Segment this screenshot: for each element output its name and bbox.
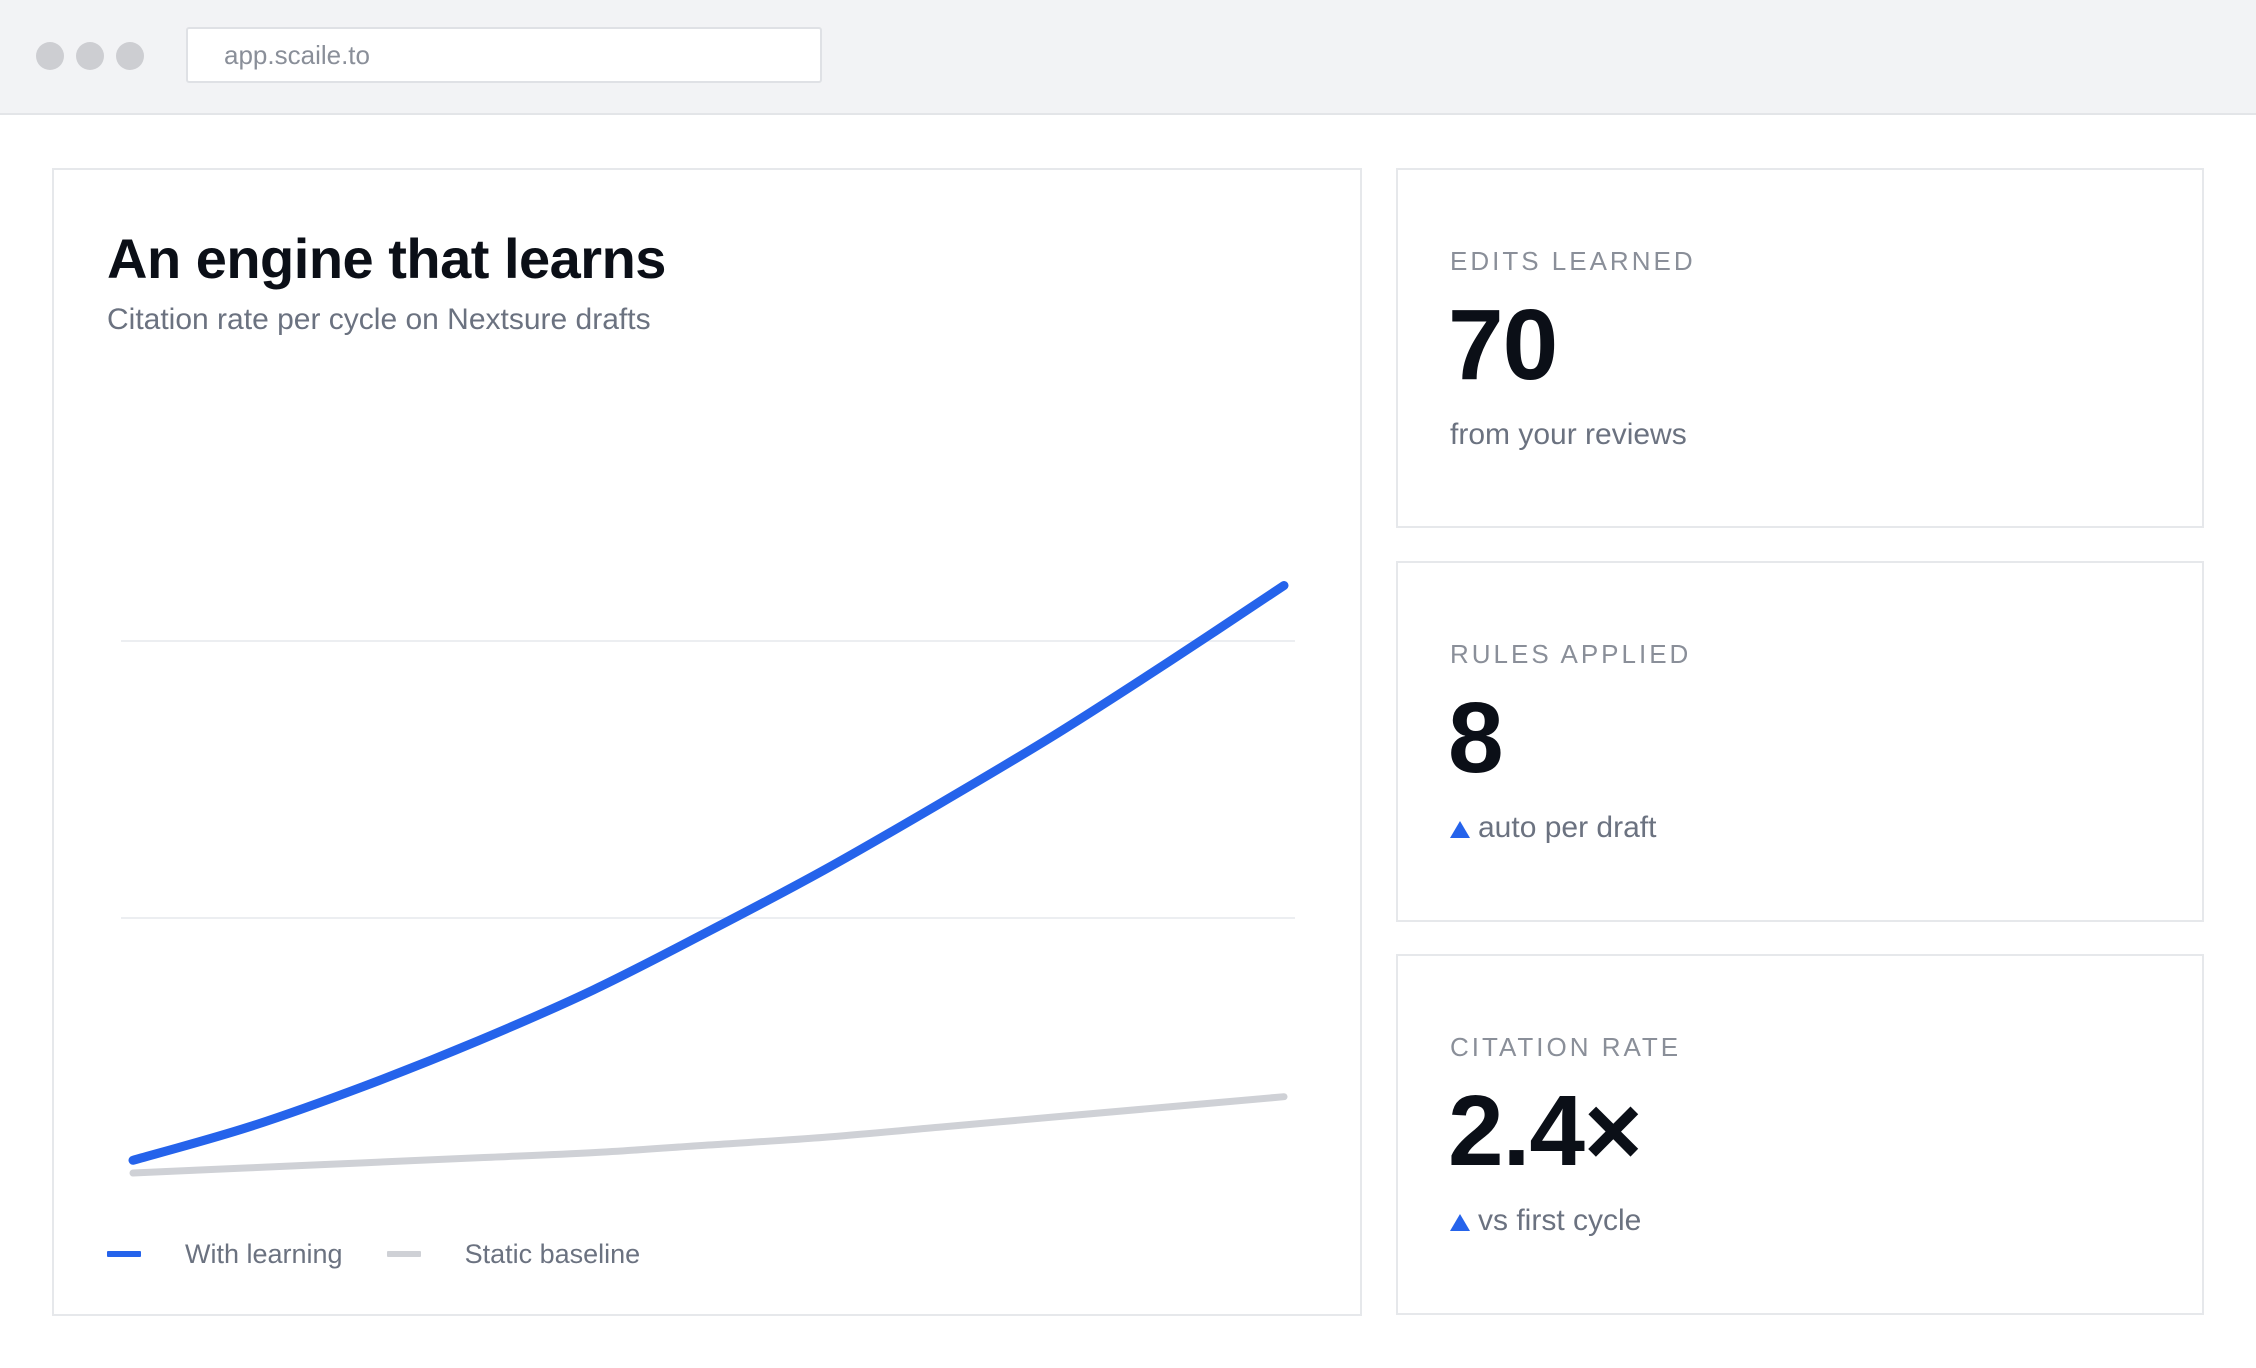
series-line-with-learning: [128, 580, 1289, 1165]
window-minimize-icon[interactable]: [76, 42, 104, 70]
stat-label: CITATION RATE: [1450, 1032, 1682, 1062]
legend-swatch-static-baseline: [386, 1251, 421, 1257]
chart-subtitle: Citation rate per cycle on Nextsure draf…: [107, 303, 651, 336]
chart-legend: With learning Static baseline: [107, 1234, 684, 1274]
window-maximize-icon[interactable]: [116, 42, 144, 70]
browser-toolbar: app.scaile.to: [0, 0, 2256, 115]
stat-value: 2.4×: [1448, 1075, 1642, 1187]
stat-label: RULES APPLIED: [1450, 639, 1692, 669]
stat-note: auto per draft: [1450, 811, 1656, 845]
stat-note-text: vs first cycle: [1478, 1204, 1642, 1237]
stat-value: 70: [1448, 289, 1558, 401]
legend-label-with-learning: With learning: [185, 1238, 343, 1269]
stat-note-text: auto per draft: [1478, 811, 1657, 844]
address-bar[interactable]: app.scaile.to: [186, 27, 822, 83]
window-close-icon[interactable]: [36, 42, 64, 70]
stat-label: EDITS LEARNED: [1450, 246, 1696, 276]
trend-up-icon: [1450, 820, 1470, 838]
stat-value: 8: [1448, 682, 1504, 794]
stat-card-citation-rate: CITATION RATE 2.4× vs first cycle: [1396, 954, 2204, 1315]
chart-card: An engine that learns Citation rate per …: [52, 168, 1362, 1316]
legend-label-static-baseline: Static baseline: [464, 1238, 641, 1269]
stat-note-text: from your reviews: [1450, 418, 1687, 451]
line-chart: [121, 580, 1295, 1177]
chart-title: An engine that learns: [107, 227, 666, 290]
stat-card-rules-applied: RULES APPLIED 8 auto per draft: [1396, 561, 2204, 922]
stat-card-edits-learned: EDITS LEARNED 70 from your reviews: [1396, 168, 2204, 528]
trend-up-icon: [1450, 1213, 1470, 1231]
stat-note: vs first cycle: [1450, 1204, 1641, 1238]
legend-swatch-with-learning: [107, 1251, 141, 1257]
stat-note: from your reviews: [1450, 418, 1687, 452]
